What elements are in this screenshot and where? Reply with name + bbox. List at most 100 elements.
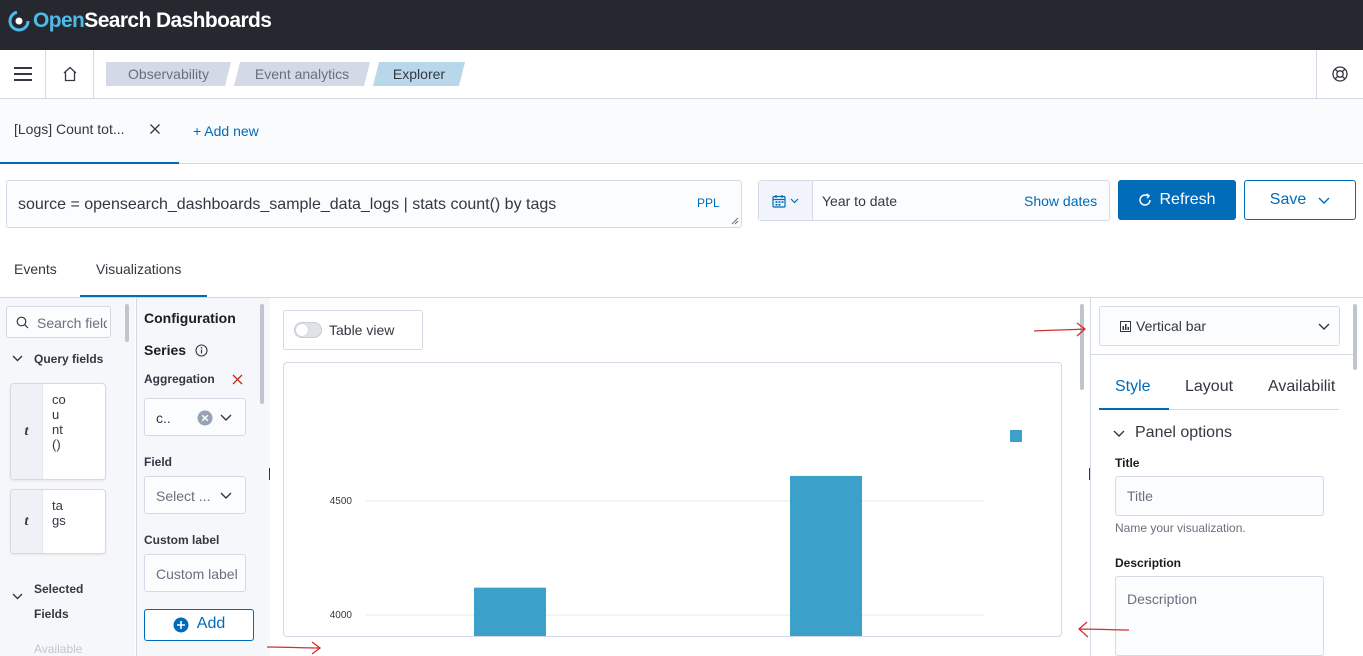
query-text: source = opensearch_dashboards_sample_da… [18,196,557,213]
visualization-type-value: Vertical bar [1136,318,1207,334]
vertical-bar-chart: 4000 4500 [283,362,1062,637]
annotation-arrow-icon [266,641,322,655]
chart-canvas: 4000 4500 [330,430,1022,637]
show-dates-link[interactable]: Show dates [1024,193,1097,209]
config-scrollbar[interactable] [260,304,264,404]
query-tab-logs-count[interactable]: [Logs] Count tot... [0,99,179,164]
breadcrumb-explorer: Explorer [373,62,465,86]
visualization-type-select[interactable]: Vertical bar [1099,306,1340,346]
aggregation-select[interactable]: c.. [144,398,246,436]
selected-fields-heading[interactable]: Selected Fields [34,577,94,627]
active-tab-indicator [1099,408,1169,410]
right-scrollbar[interactable] [1353,304,1357,370]
add-new-tab-link[interactable]: + Add new [193,123,259,139]
add-series-label: Add [196,615,226,632]
description-input[interactable]: Description [1115,576,1324,656]
breadcrumb-observability[interactable]: Observability [106,62,231,86]
hamburger-icon [13,67,32,81]
chevron-down-icon [220,492,232,499]
table-view-toggle[interactable]: Table view [283,310,423,350]
field-item-tags[interactable]: t tags [10,489,106,554]
resize-handle-icon[interactable] [731,217,739,225]
calendar-icon [772,194,786,208]
opensearch-logo-icon [8,10,30,32]
refresh-button[interactable]: Refresh [1118,180,1236,220]
table-view-label: Table view [329,322,395,338]
help-lifebuoy-icon [1332,66,1348,82]
description-label: Description [1115,556,1182,570]
date-picker[interactable]: Year to date Show dates [758,180,1110,221]
quick-select-button[interactable] [759,181,813,220]
field-select-placeholder: Select ... [156,488,211,504]
home-icon [63,66,76,82]
aggregation-label: Aggregation [144,372,215,386]
remove-x-icon[interactable] [232,374,243,385]
opensearch-logo[interactable]: OpenSearch Dashboards [8,9,272,33]
save-label: Save [1269,191,1307,208]
field-item-count[interactable]: t count() [10,383,106,480]
custom-label-placeholder: Custom label [156,566,238,582]
chevron-down-icon [1318,197,1330,204]
chevron-down-icon[interactable] [12,593,23,600]
search-icon [16,316,29,329]
search-fields-input[interactable]: Search field names [6,306,111,338]
refresh-icon [1139,193,1152,206]
title-placeholder: Title [1127,488,1153,504]
series-heading: Series [144,342,187,358]
logo-rest-text: Search Dashboards [84,9,272,32]
breadcrumb-event-analytics[interactable]: Event analytics [234,62,370,86]
bar-0[interactable] [474,587,546,637]
string-type-icon: t [11,490,43,553]
sidebar-scrollbar[interactable] [125,304,129,342]
main-scrollbar[interactable] [1080,304,1084,390]
ppl-language-badge[interactable]: PPL [697,196,720,210]
close-icon[interactable] [149,123,161,135]
query-fields-heading[interactable]: Query fields [34,352,103,366]
field-label: Field [144,455,173,469]
plus-circle-icon [173,617,189,633]
chevron-down-icon [790,198,799,203]
home-button[interactable] [46,50,93,98]
clear-circle-icon[interactable] [197,410,213,426]
chevron-down-icon[interactable] [12,355,23,362]
tab-availability[interactable]: Availabilit [1268,378,1335,396]
tab-style[interactable]: Style [1115,378,1151,396]
tab-layout[interactable]: Layout [1185,378,1233,396]
tab-visualizations[interactable]: Visualizations [96,261,181,277]
date-range-label: Year to date [822,193,897,209]
top-header: OpenSearch Dashboards [0,0,1363,50]
custom-label-label: Custom label [144,533,220,547]
description-placeholder: Description [1127,591,1198,607]
add-series-button[interactable]: Add [144,609,254,641]
panel-options-heading[interactable]: Panel options [1135,424,1232,442]
configuration-title: Configuration [144,310,236,326]
y-tick-label: 4500 [330,496,353,507]
chevron-down-icon [220,414,232,421]
info-icon[interactable] [195,344,208,357]
title-input[interactable]: Title [1115,476,1324,516]
aggregation-value: c.. [156,410,171,426]
legend-swatch[interactable] [1010,430,1022,442]
field-select[interactable]: Select ... [144,476,246,514]
navigation-bar: Observability Event analytics Explorer [0,50,1363,99]
query-tabs-bar: [Logs] Count tot... + Add new [0,99,1363,164]
refresh-label: Refresh [1159,191,1216,208]
title-label: Title [1115,456,1140,470]
right-divider [1091,354,1353,355]
save-button[interactable]: Save [1244,180,1356,220]
string-type-icon: t [11,384,43,479]
nav-divider [93,50,94,98]
tab-events[interactable]: Events [14,261,57,277]
menu-button[interactable] [0,50,45,98]
chevron-down-icon[interactable] [1113,430,1125,437]
available-fields-heading[interactable]: Available [34,642,82,656]
field-name: count() [52,392,66,452]
ppl-query-input[interactable]: source = opensearch_dashboards_sample_da… [6,180,742,228]
custom-label-input[interactable]: Custom label [144,554,246,592]
logo-open-text: Open [33,9,85,32]
help-button[interactable] [1317,50,1363,98]
y-tick-label: 4000 [330,610,353,621]
bar-1[interactable] [790,475,862,637]
table-view-switch[interactable] [294,322,322,338]
chevron-down-icon [1318,323,1330,330]
